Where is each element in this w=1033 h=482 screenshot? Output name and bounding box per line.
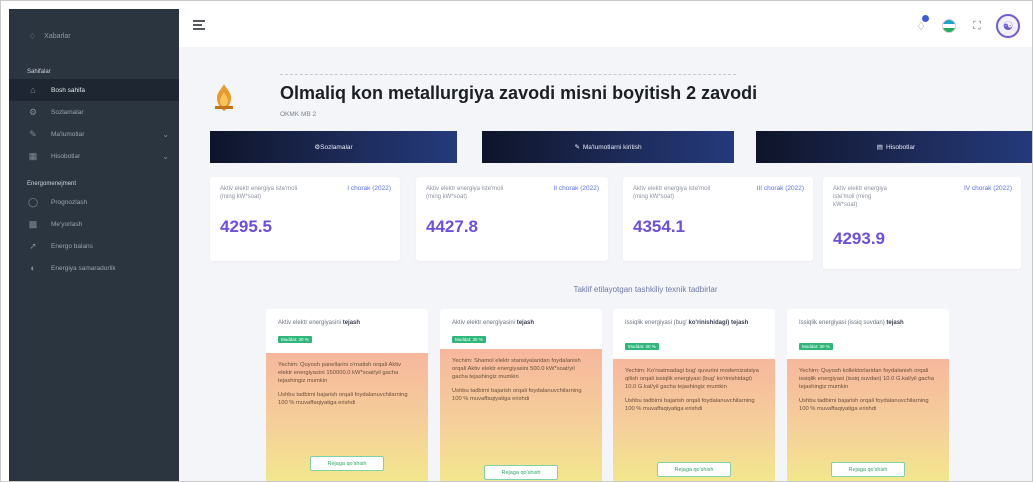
card-solution-text: Yechim: Ko'rsatmadagi bug' quvurini mode… [625, 368, 759, 390]
add-to-plan-button[interactable]: Rejaga qo'shish [484, 465, 558, 480]
edit-icon: ✎ [29, 128, 37, 139]
home-icon: ⌂ [30, 85, 36, 95]
data-entry-button-label: Ma'lumotlarni kiritish [582, 143, 642, 151]
page: ♢ Xabarlar Sahifalar ⌂ Bosh sahifa ⚙ Soz… [0, 0, 1033, 482]
section-title: Taklif etilayotgan tashkiliy texnik tadb… [573, 285, 718, 294]
settings-button[interactable]: ⚙Sozlamalar [210, 131, 457, 163]
sidebar-notifications-label: Xabarlar [44, 32, 71, 40]
header-divider [280, 74, 736, 75]
sidebar-item-data[interactable]: ✎ Ma'lumotlar ⌄ [9, 123, 179, 145]
stat-card-q3: Aktiv elektr energiya iste'moli (ming kW… [623, 177, 813, 261]
card-body: Yechim: Shamol elektr stansiyalaridan fo… [440, 349, 602, 481]
status-badge: Muddat: 30 % [625, 343, 659, 350]
sidebar-notifications[interactable]: ♢ Xabarlar [9, 9, 179, 63]
status-badge: Muddat: 30 % [799, 343, 833, 350]
settings-button-label: ⚙Sozlamalar [314, 144, 353, 151]
table-icon: ▦ [28, 150, 38, 161]
sidebar-section-pages: Sahifalar [27, 69, 51, 75]
stat-value: 4295.5 [220, 217, 272, 236]
sidebar-item-label: Bosh sahifa [51, 86, 85, 94]
stat-label: Aktiv elektr energiya iste'moli (ming kW… [220, 186, 298, 200]
card-title: Aktiv elektr energiyasini tejash [452, 320, 535, 326]
data-entry-button[interactable]: ✎ Ma'lumotlarni kiritish [482, 131, 734, 163]
card-solution-text: Yechim: Shamol elektr stansiyalaridan fo… [452, 358, 581, 380]
grid-icon: ▩ [28, 218, 38, 229]
stat-card-q4: Aktiv elektr energiya iste'moli (ming kW… [823, 177, 1021, 269]
sidebar-item-settings[interactable]: ⚙ Sozlamalar [9, 101, 179, 123]
sidebar-item-label: Energiya samaradorlik [51, 264, 116, 272]
page-title: Olmaliq kon metallurgiya zavodi misni bo… [280, 83, 758, 103]
stat-quarter: IV chorak (2022) [963, 185, 1012, 192]
card-title: Issiqlik energiyasi (bug' ko'rinishidagi… [625, 320, 749, 326]
report-icon: ▤ [876, 144, 883, 151]
recommendation-card: Aktiv elektr energiyasini tejash Muddat:… [266, 309, 428, 481]
sidebar-item-label: Energo balans [51, 242, 93, 250]
notification-bell-icon[interactable]: ♢ [912, 15, 930, 35]
card-title: Aktiv elektr energiyasini tejash [278, 320, 361, 326]
recommendation-card: Issiqlik energiyasi (issiq suvdan) tejas… [787, 309, 949, 481]
gauge-icon: ◐ [30, 263, 36, 273]
add-to-plan-button[interactable]: Rejaga qo'shish [657, 462, 731, 477]
stat-label: Aktiv elektr energiya iste'moli (ming kW… [833, 186, 888, 208]
page-subtitle: OKMK MB 2 [280, 111, 317, 118]
stat-label: Aktiv elektr energiya iste'moli (ming kW… [426, 186, 504, 200]
language-flag-icon[interactable] [940, 17, 958, 35]
sidebar-item-norming[interactable]: ▩ Me'yorlash [9, 213, 179, 235]
card-success-text: Ushbu tadbirni bajarish orqali foydalanu… [452, 388, 582, 402]
sidebar-item-label: Hisobotlar [51, 152, 81, 160]
topbar: ♢ ⛶ ☯ [179, 9, 1032, 47]
stat-label: Aktiv elektr energiya iste'moli (ming kW… [633, 186, 711, 200]
stat-value: 4293.9 [833, 229, 885, 248]
chevron-down-icon: ⌄ [162, 151, 169, 161]
stat-quarter: II chorak (2022) [553, 185, 599, 192]
recommendation-card: Issiqlik energiyasi (bug' ko'rinishidagi… [613, 309, 775, 481]
card-solution-text: Yechim: Quyosh panellarini o'rnatish orq… [278, 362, 402, 384]
avatar[interactable]: ☯ [996, 14, 1020, 38]
company-logo-icon [211, 82, 237, 114]
sidebar: ♢ Xabarlar Sahifalar ⌂ Bosh sahifa ⚙ Soz… [9, 9, 179, 481]
fullscreen-icon[interactable]: ⛶ [968, 17, 986, 35]
sidebar-item-efficiency[interactable]: ◐ Energiya samaradorlik [9, 257, 179, 279]
card-solution-text: Yechim: Quyosh kollektorlaridan foydalan… [799, 368, 934, 390]
stat-quarter: I chorak (2022) [347, 185, 391, 192]
card-title: Issiqlik energiyasi (issiq suvdan) tejas… [799, 320, 904, 326]
stat-quarter: III chorak (2022) [756, 185, 804, 192]
stat-value: 4354.1 [633, 217, 685, 236]
sidebar-item-label: Prognozlash [51, 198, 88, 206]
card-success-text: Ushbu tadbirni bajarish orqali foydalanu… [278, 392, 408, 406]
sidebar-section-energy: Energomenejment [27, 181, 77, 187]
sidebar-item-label: Sozlamalar [51, 108, 84, 116]
topbar-actions: ♢ ⛶ ☯ [912, 14, 1020, 38]
sidebar-item-forecast[interactable]: ◯ Prognozlash [9, 191, 179, 213]
chart-icon: ➚ [29, 240, 37, 251]
notification-dot [922, 15, 929, 22]
bell-icon: ♢ [29, 31, 37, 41]
menu-icon[interactable] [193, 20, 205, 31]
chevron-down-icon: ⌄ [162, 129, 169, 139]
main-content: Olmaliq kon metallurgiya zavodi misni bo… [179, 47, 1032, 481]
nav-button-row: ⚙Sozlamalar ✎ Ma'lumotlarni kiritish ▤ H… [210, 131, 1032, 163]
reports-button[interactable]: ▤ Hisobotlar [756, 131, 1032, 163]
add-to-plan-button[interactable]: Rejaga qo'shish [310, 456, 384, 471]
card-success-text: Ushbu tadbirni bajarish orqali foydalanu… [625, 398, 755, 412]
sidebar-item-label: Me'yorlash [51, 220, 83, 228]
sidebar-item-label: Ma'lumotlar [51, 130, 85, 138]
stat-card-q2: Aktiv elektr energiya iste'moli (ming kW… [416, 177, 608, 261]
reports-button-label: Hisobotlar [885, 143, 916, 151]
stat-card-q1: Aktiv elektr energiya iste'moli (ming kW… [210, 177, 400, 261]
sidebar-item-reports[interactable]: ▦ Hisobotlar ⌄ [9, 145, 179, 167]
status-badge: Muddat: 30 % [278, 336, 312, 343]
stat-value: 4427.8 [426, 217, 478, 236]
forecast-icon: ◯ [27, 196, 39, 207]
sidebar-item-home[interactable]: ⌂ Bosh sahifa [9, 79, 179, 101]
edit-icon: ✎ [574, 144, 580, 151]
recommendation-card: Aktiv elektr energiyasini tejash Muddat:… [440, 309, 602, 481]
card-success-text: Ushbu tadbirni bajarish orqali foydalanu… [799, 398, 929, 412]
gear-icon: ⚙ [28, 106, 38, 117]
page-header: Olmaliq kon metallurgiya zavodi misni bo… [207, 72, 999, 124]
add-to-plan-button[interactable]: Rejaga qo'shish [831, 462, 905, 477]
sidebar-item-balance[interactable]: ➚ Energo balans [9, 235, 179, 257]
status-badge: Muddat: 30 % [452, 336, 486, 343]
